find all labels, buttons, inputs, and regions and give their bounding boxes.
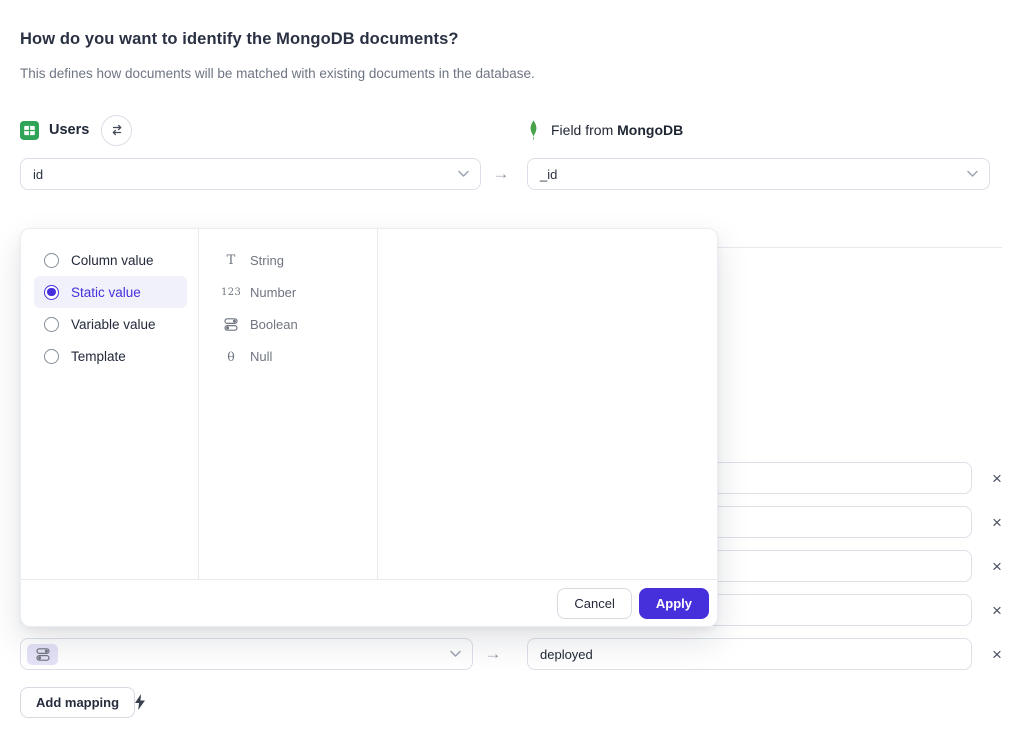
boolean-type-icon: [221, 318, 241, 331]
close-icon: ×: [992, 514, 1002, 531]
source-field-value: id: [33, 167, 43, 182]
type-item-null[interactable]: θ Null: [221, 340, 377, 372]
option-label: Template: [71, 349, 126, 364]
source-field-select[interactable]: id: [20, 158, 481, 190]
chevron-down-icon: [458, 171, 469, 178]
option-label: Variable value: [71, 317, 156, 332]
radio-unselected-icon: [44, 253, 59, 268]
type-label: Boolean: [250, 317, 298, 332]
number-type-icon: 123: [221, 287, 241, 298]
option-label: Column value: [71, 253, 154, 268]
boolean-type-chip: [27, 644, 58, 665]
modal-footer: Cancel Apply: [21, 579, 717, 626]
mapping-row: → ×: [20, 638, 1012, 670]
remove-mapping-button[interactable]: ×: [984, 594, 1010, 626]
target-field-header: Field from MongoDB: [527, 114, 683, 146]
radio-selected-icon: [44, 285, 59, 300]
option-template[interactable]: Template: [34, 340, 187, 372]
type-item-number[interactable]: 123 Number: [221, 276, 377, 308]
option-label: Static value: [71, 285, 141, 300]
add-mapping-button[interactable]: Add mapping: [20, 687, 135, 718]
source-table-name: Users: [49, 122, 89, 138]
page-title: How do you want to identify the MongoDB …: [20, 30, 459, 49]
arrow-right-icon: →: [481, 158, 521, 190]
mapping-source-select[interactable]: [20, 638, 473, 670]
option-static-value[interactable]: Static value: [34, 276, 187, 308]
page-subtitle: This defines how documents will be match…: [20, 66, 535, 81]
close-icon: ×: [992, 602, 1002, 619]
swap-icon: [110, 123, 124, 137]
target-field-label: Field from MongoDB: [551, 122, 683, 138]
remove-mapping-button[interactable]: ×: [984, 638, 1010, 670]
mongodb-leaf-icon: [527, 120, 540, 141]
type-item-boolean[interactable]: Boolean: [221, 308, 377, 340]
option-column-value[interactable]: Column value: [34, 244, 187, 276]
boolean-type-icon: [36, 648, 50, 661]
type-item-string[interactable]: T String: [221, 244, 377, 276]
value-type-list: T String 123 Number Boolean θ Null: [199, 229, 378, 579]
target-field-select[interactable]: _id: [527, 158, 990, 190]
chevron-down-icon: [450, 651, 461, 658]
value-preview-area: [378, 229, 717, 579]
google-sheets-icon: [20, 121, 39, 140]
close-icon: ×: [992, 646, 1002, 663]
string-type-icon: T: [221, 253, 241, 268]
target-field-value: _id: [540, 167, 557, 182]
remove-mapping-button[interactable]: ×: [984, 550, 1010, 582]
type-label: Null: [250, 349, 272, 364]
radio-unselected-icon: [44, 349, 59, 364]
remove-mapping-button[interactable]: ×: [984, 506, 1010, 538]
lightning-icon[interactable]: [134, 694, 146, 710]
option-variable-value[interactable]: Variable value: [34, 308, 187, 340]
identify-documents-page: How do you want to identify the MongoDB …: [0, 0, 1029, 737]
null-type-icon: θ: [221, 349, 241, 364]
remove-mapping-button[interactable]: ×: [984, 462, 1010, 494]
radio-unselected-icon: [44, 317, 59, 332]
swap-direction-button[interactable]: [101, 115, 132, 146]
apply-button[interactable]: Apply: [639, 588, 709, 619]
cancel-button[interactable]: Cancel: [557, 588, 631, 619]
modal-body: Column value Static value Variable value…: [21, 229, 717, 579]
target-label-name: MongoDB: [617, 122, 683, 138]
static-value-picker-modal: Column value Static value Variable value…: [20, 228, 718, 627]
chevron-down-icon: [967, 171, 978, 178]
arrow-right-icon: →: [473, 638, 513, 670]
target-label-prefix: Field from: [551, 122, 613, 138]
value-source-options: Column value Static value Variable value…: [21, 229, 199, 579]
source-table-header: Users: [20, 114, 132, 146]
mapping-target-input[interactable]: [527, 638, 972, 670]
type-label: String: [250, 253, 284, 268]
close-icon: ×: [992, 470, 1002, 487]
close-icon: ×: [992, 558, 1002, 575]
type-label: Number: [250, 285, 296, 300]
